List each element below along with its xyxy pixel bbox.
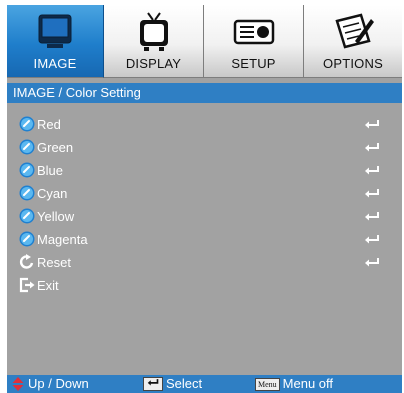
tab-setup[interactable]: SETUP: [204, 5, 304, 78]
reset-icon: [19, 254, 34, 269]
projector-icon: [204, 11, 303, 53]
enter-icon: [365, 166, 379, 175]
color-dot-icon: [19, 185, 35, 201]
tab-bar: IMAGE DISPLAY SETUP OPTIONS: [7, 5, 402, 78]
enter-icon: [365, 120, 379, 129]
exit-icon: [19, 277, 35, 293]
menu-item-magenta[interactable]: Magenta: [7, 228, 402, 250]
menu-item-red[interactable]: Red: [7, 113, 402, 135]
osd-menu: IMAGE DISPLAY SETUP OPTIONS IMAGE / Colo…: [7, 5, 402, 393]
breadcrumb: IMAGE / Color Setting: [7, 83, 402, 103]
menu-item-label: Green: [37, 139, 74, 155]
menu-item-green[interactable]: Green: [7, 136, 402, 158]
hint-select-label: Select: [166, 376, 203, 391]
enter-key-icon: [143, 377, 163, 391]
tab-display-label: DISPLAY: [125, 56, 182, 71]
menu-item-label: Exit: [37, 277, 59, 293]
menu-item-yellow[interactable]: Yellow: [7, 205, 402, 227]
hint-menu-off-label: Menu off: [282, 376, 334, 391]
tab-options-label: OPTIONS: [323, 56, 383, 71]
color-dot-icon: [19, 231, 35, 247]
menu-item-label: Magenta: [37, 231, 88, 247]
color-dot-icon: [19, 116, 35, 132]
menu-item-label: Red: [37, 116, 61, 132]
tab-image[interactable]: IMAGE: [7, 5, 104, 78]
color-dot-icon: [19, 208, 35, 224]
tab-setup-label: SETUP: [231, 56, 276, 71]
hint-up-down: Up / Down: [12, 375, 89, 393]
monitor-icon: [7, 11, 103, 53]
menu-key-icon: Menu: [255, 377, 280, 391]
menu-item-label: Reset: [37, 254, 71, 270]
hint-up-down-label: Up / Down: [28, 376, 89, 391]
menu-item-exit[interactable]: Exit: [7, 274, 402, 296]
hint-select: Select: [143, 375, 202, 393]
color-dot-icon: [19, 162, 35, 178]
tab-display[interactable]: DISPLAY: [104, 5, 204, 78]
pen-paper-icon: [304, 11, 402, 53]
color-dot-icon: [19, 139, 35, 155]
menu-item-label: Yellow: [37, 208, 75, 224]
menu-item-label: Cyan: [37, 185, 68, 201]
enter-icon: [365, 189, 379, 198]
up-down-arrow-icon: [12, 377, 24, 391]
enter-icon: [365, 212, 379, 221]
enter-icon: [365, 143, 379, 152]
enter-icon: [365, 258, 379, 267]
footer-hints: Up / Down Select Menu Menu off: [7, 375, 402, 393]
menu-item-label: Blue: [37, 162, 64, 178]
hint-menu-off: Menu Menu off: [255, 375, 333, 393]
menu-item-reset[interactable]: Reset: [7, 251, 402, 273]
enter-icon: [365, 235, 379, 244]
menu-item-blue[interactable]: Blue: [7, 159, 402, 181]
tab-image-label: IMAGE: [33, 56, 77, 71]
tab-options[interactable]: OPTIONS: [304, 5, 402, 78]
menu-item-cyan[interactable]: Cyan: [7, 182, 402, 204]
tv-icon: [104, 11, 203, 53]
